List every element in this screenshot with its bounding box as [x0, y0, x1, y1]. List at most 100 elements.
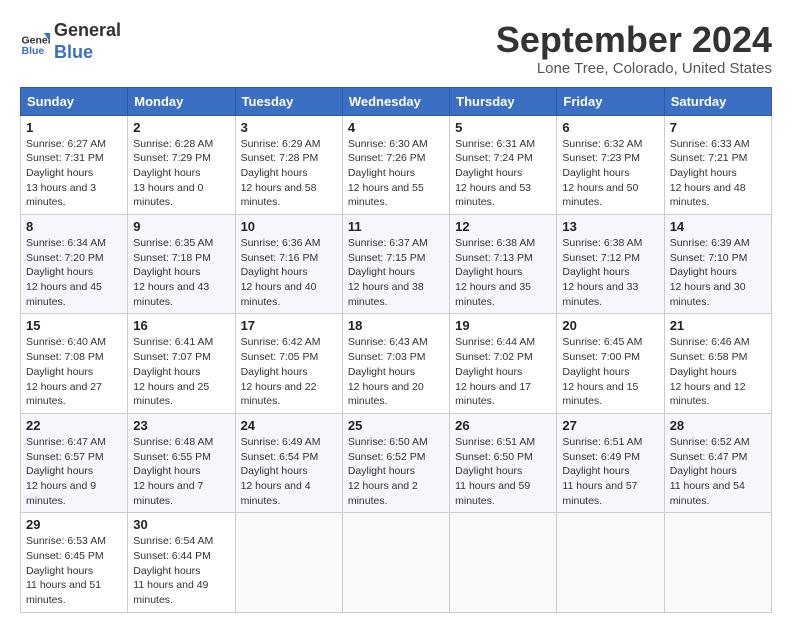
calendar-cell: 19 Sunrise: 6:44 AM Sunset: 7:02 PM Dayl… [450, 314, 557, 413]
calendar-cell: 3 Sunrise: 6:29 AM Sunset: 7:28 PM Dayli… [235, 115, 342, 214]
th-friday: Friday [557, 87, 664, 115]
day-info: Sunrise: 6:44 AM Sunset: 7:02 PM Dayligh… [455, 335, 551, 408]
day-number: 22 [26, 418, 122, 433]
day-number: 21 [670, 318, 766, 333]
day-info: Sunrise: 6:51 AM Sunset: 6:50 PM Dayligh… [455, 435, 551, 508]
calendar-cell [664, 513, 771, 612]
calendar-cell: 24 Sunrise: 6:49 AM Sunset: 6:54 PM Dayl… [235, 413, 342, 512]
calendar-cell: 9 Sunrise: 6:35 AM Sunset: 7:18 PM Dayli… [128, 215, 235, 314]
day-number: 7 [670, 120, 766, 135]
day-info: Sunrise: 6:49 AM Sunset: 6:54 PM Dayligh… [241, 435, 337, 508]
day-number: 1 [26, 120, 122, 135]
day-number: 23 [133, 418, 229, 433]
day-number: 13 [562, 219, 658, 234]
calendar-cell: 23 Sunrise: 6:48 AM Sunset: 6:55 PM Dayl… [128, 413, 235, 512]
calendar-cell: 6 Sunrise: 6:32 AM Sunset: 7:23 PM Dayli… [557, 115, 664, 214]
title-area: September 2024 Lone Tree, Colorado, Unit… [496, 20, 772, 77]
calendar-cell: 10 Sunrise: 6:36 AM Sunset: 7:16 PM Dayl… [235, 215, 342, 314]
day-number: 20 [562, 318, 658, 333]
calendar-cell: 5 Sunrise: 6:31 AM Sunset: 7:24 PM Dayli… [450, 115, 557, 214]
th-saturday: Saturday [664, 87, 771, 115]
calendar-cell: 25 Sunrise: 6:50 AM Sunset: 6:52 PM Dayl… [342, 413, 449, 512]
month-title: September 2024 [496, 20, 772, 60]
calendar-cell: 22 Sunrise: 6:47 AM Sunset: 6:57 PM Dayl… [21, 413, 128, 512]
calendar-cell: 14 Sunrise: 6:39 AM Sunset: 7:10 PM Dayl… [664, 215, 771, 314]
calendar-cell: 29 Sunrise: 6:53 AM Sunset: 6:45 PM Dayl… [21, 513, 128, 612]
day-number: 29 [26, 517, 122, 532]
day-info: Sunrise: 6:38 AM Sunset: 7:13 PM Dayligh… [455, 236, 551, 309]
day-info: Sunrise: 6:40 AM Sunset: 7:08 PM Dayligh… [26, 335, 122, 408]
day-info: Sunrise: 6:37 AM Sunset: 7:15 PM Dayligh… [348, 236, 444, 309]
day-info: Sunrise: 6:47 AM Sunset: 6:57 PM Dayligh… [26, 435, 122, 508]
day-info: Sunrise: 6:52 AM Sunset: 6:47 PM Dayligh… [670, 435, 766, 508]
calendar-table: Sunday Monday Tuesday Wednesday Thursday… [20, 87, 772, 613]
day-number: 8 [26, 219, 122, 234]
day-info: Sunrise: 6:27 AM Sunset: 7:31 PM Dayligh… [26, 137, 122, 210]
day-number: 10 [241, 219, 337, 234]
day-number: 5 [455, 120, 551, 135]
calendar-cell: 2 Sunrise: 6:28 AM Sunset: 7:29 PM Dayli… [128, 115, 235, 214]
day-number: 30 [133, 517, 229, 532]
logo-icon: General Blue [20, 27, 50, 57]
day-number: 9 [133, 219, 229, 234]
day-info: Sunrise: 6:51 AM Sunset: 6:49 PM Dayligh… [562, 435, 658, 508]
day-info: Sunrise: 6:48 AM Sunset: 6:55 PM Dayligh… [133, 435, 229, 508]
day-info: Sunrise: 6:35 AM Sunset: 7:18 PM Dayligh… [133, 236, 229, 309]
day-info: Sunrise: 6:41 AM Sunset: 7:07 PM Dayligh… [133, 335, 229, 408]
day-info: Sunrise: 6:45 AM Sunset: 7:00 PM Dayligh… [562, 335, 658, 408]
day-info: Sunrise: 6:32 AM Sunset: 7:23 PM Dayligh… [562, 137, 658, 210]
day-info: Sunrise: 6:38 AM Sunset: 7:12 PM Dayligh… [562, 236, 658, 309]
day-info: Sunrise: 6:30 AM Sunset: 7:26 PM Dayligh… [348, 137, 444, 210]
day-number: 24 [241, 418, 337, 433]
calendar-cell: 12 Sunrise: 6:38 AM Sunset: 7:13 PM Dayl… [450, 215, 557, 314]
th-sunday: Sunday [21, 87, 128, 115]
calendar-cell: 11 Sunrise: 6:37 AM Sunset: 7:15 PM Dayl… [342, 215, 449, 314]
calendar-cell: 20 Sunrise: 6:45 AM Sunset: 7:00 PM Dayl… [557, 314, 664, 413]
th-wednesday: Wednesday [342, 87, 449, 115]
calendar-body: 1 Sunrise: 6:27 AM Sunset: 7:31 PM Dayli… [21, 115, 772, 612]
calendar-cell: 17 Sunrise: 6:42 AM Sunset: 7:05 PM Dayl… [235, 314, 342, 413]
calendar-week-5: 29 Sunrise: 6:53 AM Sunset: 6:45 PM Dayl… [21, 513, 772, 612]
day-info: Sunrise: 6:34 AM Sunset: 7:20 PM Dayligh… [26, 236, 122, 309]
day-number: 26 [455, 418, 551, 433]
calendar-cell: 13 Sunrise: 6:38 AM Sunset: 7:12 PM Dayl… [557, 215, 664, 314]
day-number: 11 [348, 219, 444, 234]
day-info: Sunrise: 6:31 AM Sunset: 7:24 PM Dayligh… [455, 137, 551, 210]
day-number: 25 [348, 418, 444, 433]
calendar-week-1: 1 Sunrise: 6:27 AM Sunset: 7:31 PM Dayli… [21, 115, 772, 214]
svg-text:Blue: Blue [22, 45, 45, 57]
day-number: 14 [670, 219, 766, 234]
day-info: Sunrise: 6:53 AM Sunset: 6:45 PM Dayligh… [26, 534, 122, 607]
calendar-cell: 28 Sunrise: 6:52 AM Sunset: 6:47 PM Dayl… [664, 413, 771, 512]
calendar-cell: 30 Sunrise: 6:54 AM Sunset: 6:44 PM Dayl… [128, 513, 235, 612]
day-info: Sunrise: 6:42 AM Sunset: 7:05 PM Dayligh… [241, 335, 337, 408]
calendar-week-2: 8 Sunrise: 6:34 AM Sunset: 7:20 PM Dayli… [21, 215, 772, 314]
calendar-cell: 4 Sunrise: 6:30 AM Sunset: 7:26 PM Dayli… [342, 115, 449, 214]
th-tuesday: Tuesday [235, 87, 342, 115]
calendar-cell: 7 Sunrise: 6:33 AM Sunset: 7:21 PM Dayli… [664, 115, 771, 214]
calendar-cell: 27 Sunrise: 6:51 AM Sunset: 6:49 PM Dayl… [557, 413, 664, 512]
day-info: Sunrise: 6:54 AM Sunset: 6:44 PM Dayligh… [133, 534, 229, 607]
day-info: Sunrise: 6:33 AM Sunset: 7:21 PM Dayligh… [670, 137, 766, 210]
day-info: Sunrise: 6:29 AM Sunset: 7:28 PM Dayligh… [241, 137, 337, 210]
th-thursday: Thursday [450, 87, 557, 115]
calendar-cell: 18 Sunrise: 6:43 AM Sunset: 7:03 PM Dayl… [342, 314, 449, 413]
day-number: 19 [455, 318, 551, 333]
day-number: 2 [133, 120, 229, 135]
calendar-cell [450, 513, 557, 612]
day-info: Sunrise: 6:50 AM Sunset: 6:52 PM Dayligh… [348, 435, 444, 508]
day-info: Sunrise: 6:39 AM Sunset: 7:10 PM Dayligh… [670, 236, 766, 309]
day-number: 16 [133, 318, 229, 333]
day-number: 4 [348, 120, 444, 135]
day-info: Sunrise: 6:28 AM Sunset: 7:29 PM Dayligh… [133, 137, 229, 210]
calendar-cell: 15 Sunrise: 6:40 AM Sunset: 7:08 PM Dayl… [21, 314, 128, 413]
calendar-cell: 8 Sunrise: 6:34 AM Sunset: 7:20 PM Dayli… [21, 215, 128, 314]
day-info: Sunrise: 6:46 AM Sunset: 6:58 PM Dayligh… [670, 335, 766, 408]
day-number: 27 [562, 418, 658, 433]
header: General Blue General Blue September 2024… [20, 20, 772, 77]
calendar-cell: 21 Sunrise: 6:46 AM Sunset: 6:58 PM Dayl… [664, 314, 771, 413]
calendar-cell: 1 Sunrise: 6:27 AM Sunset: 7:31 PM Dayli… [21, 115, 128, 214]
th-monday: Monday [128, 87, 235, 115]
day-number: 18 [348, 318, 444, 333]
calendar-header: Sunday Monday Tuesday Wednesday Thursday… [21, 87, 772, 115]
